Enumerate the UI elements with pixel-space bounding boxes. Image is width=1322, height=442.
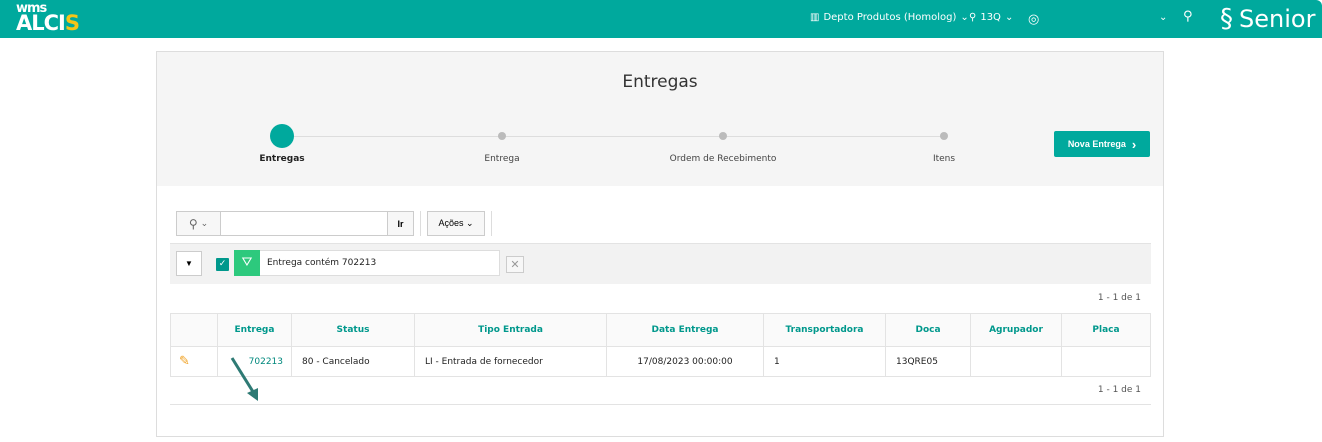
- cell-agrupador: [970, 346, 1062, 377]
- actions-menu-button[interactable]: Ações ⌄: [427, 211, 485, 236]
- search-icon: ⚲: [188, 216, 198, 231]
- user-icon: ◎: [1028, 12, 1040, 27]
- search-column-selector[interactable]: ⚲ ⌄: [176, 211, 221, 236]
- column-header-tipo-entrada[interactable]: Tipo Entrada: [414, 313, 607, 347]
- department-selector[interactable]: ▥ Depto Produtos (Homolog) ⌄: [810, 12, 969, 23]
- search-input[interactable]: [220, 211, 388, 236]
- logo-accent: S: [64, 11, 80, 35]
- filter-text: Entrega contém 702213: [267, 258, 377, 268]
- column-header-entrega[interactable]: Entrega: [217, 313, 292, 347]
- menu-chevron-icon[interactable]: ⌄: [1159, 12, 1167, 23]
- actions-label: Ações: [438, 218, 464, 228]
- entregas-table: Entrega Status Tipo Entrada Data Entrega…: [170, 313, 1151, 377]
- step-label: Entrega: [484, 154, 520, 164]
- step-dot-itens: [940, 132, 948, 140]
- step-label: Entregas: [259, 154, 305, 164]
- divider: [491, 211, 492, 236]
- table-header-row: Entrega Status Tipo Entrada Data Entrega…: [170, 313, 1151, 347]
- cell-data-entrega: 17/08/2023 00:00:00: [606, 346, 764, 377]
- user-menu[interactable]: ◎: [1028, 12, 1043, 27]
- column-header-doca[interactable]: Doca: [885, 313, 971, 347]
- step-dot-ordem: [719, 132, 727, 140]
- step-dot-entrega: [498, 132, 506, 140]
- cell-placa: [1061, 346, 1151, 377]
- column-header-status[interactable]: Status: [291, 313, 415, 347]
- filter-bar: ▼ ✓ ⛛ Entrega contém 702213 ✕: [170, 243, 1151, 284]
- column-header-placa[interactable]: Placa: [1061, 313, 1151, 347]
- location-selector[interactable]: ⚲ 13Q ⌄: [969, 12, 1013, 23]
- senior-mark-icon: §: [1220, 4, 1233, 34]
- pagination-top: 1 - 1 de 1: [1097, 293, 1141, 303]
- column-header-transportadora[interactable]: Transportadora: [763, 313, 886, 347]
- column-header-agrupador[interactable]: Agrupador: [970, 313, 1062, 347]
- app-header: wms ALCIS ▥ Depto Produtos (Homolog) ⌄ ⚲ 13…: [0, 0, 1322, 38]
- annotation-arrow-icon: [230, 357, 258, 401]
- chevron-down-icon: ⌄: [1004, 12, 1014, 23]
- remove-filter-button[interactable]: ✕: [506, 256, 524, 273]
- cell-status: 80 - Cancelado: [291, 346, 415, 377]
- column-header-edit: [170, 313, 218, 347]
- step-dot-entregas: [270, 124, 294, 148]
- column-header-data-entrega[interactable]: Data Entrega: [606, 313, 764, 347]
- cell-doca: 13QRE05: [885, 346, 971, 377]
- building-icon: ▥: [810, 12, 820, 23]
- wizard-header: Entregas Entregas Entrega Ordem de Receb…: [157, 52, 1163, 186]
- senior-brand: Senior: [1239, 5, 1316, 33]
- collapse-toggle[interactable]: ▼: [176, 251, 202, 276]
- chevron-down-icon: ⌄: [465, 218, 474, 228]
- entregas-panel: Entregas Entregas Entrega Ordem de Receb…: [156, 51, 1164, 437]
- step-label: Itens: [932, 154, 956, 164]
- page-title: Entregas: [622, 72, 698, 92]
- divider: [170, 404, 1151, 405]
- cell-tipo-entrada: LI - Entrada de fornecedor: [414, 346, 607, 377]
- department-label: Depto Produtos (Homolog): [823, 12, 957, 23]
- logo-main: ALCI: [16, 11, 66, 35]
- search-icon[interactable]: ⚲: [1183, 9, 1193, 24]
- filter-checkbox[interactable]: ✓: [216, 258, 229, 271]
- filter-chip[interactable]: ⛛ Entrega contém 702213: [234, 250, 500, 276]
- wms-alcis-logo[interactable]: wms ALCIS: [16, 2, 80, 35]
- location-label: 13Q: [980, 12, 1001, 23]
- location-pin-icon: ⚲: [969, 12, 977, 23]
- pagination-bottom: 1 - 1 de 1: [1097, 385, 1141, 395]
- divider: [420, 211, 421, 236]
- chevron-down-icon: ⌄: [200, 218, 209, 229]
- cell-transportadora: 1: [763, 346, 886, 377]
- chevron-down-icon: ⌄: [960, 12, 969, 23]
- go-button[interactable]: Ir: [387, 211, 414, 236]
- table-row: ✎ 702213 80 - Cancelado LI - Entrada de …: [170, 346, 1151, 377]
- filter-icon: ⛛: [234, 250, 260, 276]
- chevron-right-icon: ›: [1131, 136, 1137, 152]
- nova-entrega-button[interactable]: Nova Entrega ›: [1054, 131, 1150, 157]
- nova-entrega-label: Nova Entrega: [1067, 139, 1126, 149]
- step-label: Ordem de Recebimento: [669, 154, 777, 164]
- stepper-line: [282, 136, 944, 137]
- edit-pencil-icon[interactable]: ✎: [170, 346, 218, 377]
- senior-logo: § Senior: [1220, 4, 1315, 34]
